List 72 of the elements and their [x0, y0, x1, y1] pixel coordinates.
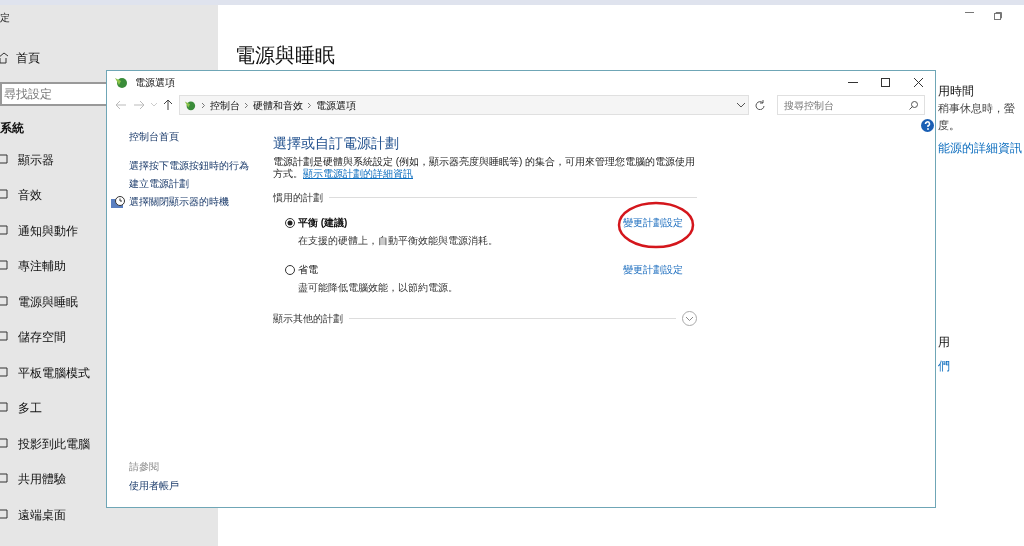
nav-item[interactable]: 專注輔助: [18, 257, 66, 276]
restore-icon[interactable]: [994, 12, 1002, 20]
nav-item[interactable]: 投影到此電腦: [18, 434, 90, 453]
nav-link[interactable]: 建立電源計劃: [129, 176, 189, 191]
breadcrumb-item[interactable]: 硬體和音效: [253, 97, 303, 113]
maximize-icon: [881, 77, 890, 87]
power-options-icon: [113, 75, 129, 89]
nav-item[interactable]: 平板電腦模式: [18, 363, 90, 382]
plan-description: 盡可能降低電腦效能，以節約電源。: [298, 281, 459, 295]
chevron-right-icon: [245, 102, 248, 108]
nav-item[interactable]: 通知與動作: [18, 221, 78, 240]
section-label: 慣用的計劃: [273, 191, 323, 205]
search-icon[interactable]: [909, 100, 918, 110]
nav-link[interactable]: 選擇關閉顯示器的時機: [129, 194, 229, 209]
nav-item[interactable]: 遠端桌面: [18, 505, 66, 524]
details-link[interactable]: 顯示電源計劃的詳細資訊: [303, 168, 413, 179]
nav-item[interactable]: 電源與睡眠: [18, 292, 78, 311]
help-icon[interactable]: [921, 119, 934, 132]
window-title: 定: [0, 11, 11, 25]
power-options-icon: [183, 99, 197, 111]
section-heading: 用: [938, 334, 950, 351]
monitor-clock-icon: [111, 195, 125, 208]
page-heading: 選擇或自訂電源計劃: [273, 134, 400, 153]
nav-item[interactable]: 共用體驗: [18, 470, 66, 489]
nav-link[interactable]: 首頁: [16, 49, 40, 67]
plan-description: 在支援的硬體上，自動平衡效能與電源消耗。: [298, 234, 499, 248]
change-settings-link[interactable]: 變更計劃設定: [623, 262, 683, 277]
menu-item-icon: [0, 366, 8, 379]
menu-item-icon: [0, 473, 8, 486]
radio-button[interactable]: [285, 217, 295, 228]
nav-link[interactable]: 選擇按下電源按鈕時的行為: [129, 158, 249, 173]
breadcrumb-item[interactable]: 電源選項: [316, 97, 356, 113]
description-text: 電源計劃是硬體與系統設定 (例如，顯示器亮度與睡眠等) 的集合，可用來管理您電腦的電源使用方式。顯示電源計劃的詳細資訊: [273, 156, 697, 180]
body-text: 稍事休息時，螢: [938, 101, 1015, 116]
plan-name: 平衡 (建議): [298, 216, 348, 230]
minimize-icon: [847, 81, 858, 83]
menu-item-icon: [0, 402, 8, 415]
menu-item-icon: [0, 437, 8, 450]
section-heading: 系統: [0, 120, 24, 137]
dropdown-caret-icon[interactable]: [737, 102, 745, 108]
see-also-heading: 請參閱: [129, 460, 160, 474]
menu-item-icon: [0, 189, 8, 202]
page-title: 電源與睡眠: [235, 43, 336, 68]
menu-item-icon: [0, 224, 8, 237]
nav-item[interactable]: 音效: [18, 186, 42, 205]
menu-item-icon: [0, 260, 8, 273]
section-heading: 用時間: [938, 83, 974, 100]
nav-item[interactable]: 儲存空間: [18, 328, 66, 347]
home-icon: [0, 52, 8, 64]
chevron-down-icon: [686, 316, 693, 321]
close-icon: [914, 77, 923, 87]
radio-button[interactable]: [285, 264, 295, 275]
breadcrumb-item[interactable]: 控制台: [210, 97, 240, 113]
nav-item[interactable]: 多工: [18, 399, 42, 418]
menu-item-icon: [0, 331, 8, 344]
link[interactable]: 們: [938, 357, 950, 375]
refresh-icon[interactable]: [755, 100, 765, 110]
up-arrow-icon[interactable]: [163, 99, 173, 111]
nav-link[interactable]: 控制台首頁: [129, 129, 267, 144]
body-text: 度。: [938, 117, 960, 133]
menu-item-icon: [0, 295, 8, 308]
menu-item-icon: [0, 153, 8, 166]
nav-item[interactable]: 顯示器: [18, 150, 54, 169]
section-label: 顯示其他的計劃: [273, 312, 343, 326]
chevron-right-icon: [308, 102, 311, 108]
nav-link[interactable]: 使用者帳戶: [129, 478, 267, 493]
menu-item-icon: [0, 508, 8, 521]
link[interactable]: 能源的詳細資訊: [938, 139, 1022, 157]
plan-name: 省電: [298, 263, 318, 277]
search-field[interactable]: 搜尋控制台: [777, 95, 925, 115]
chevron-right-icon: [202, 102, 205, 108]
address-bar[interactable]: 控制台 硬體和音效 電源選項: [179, 95, 749, 115]
